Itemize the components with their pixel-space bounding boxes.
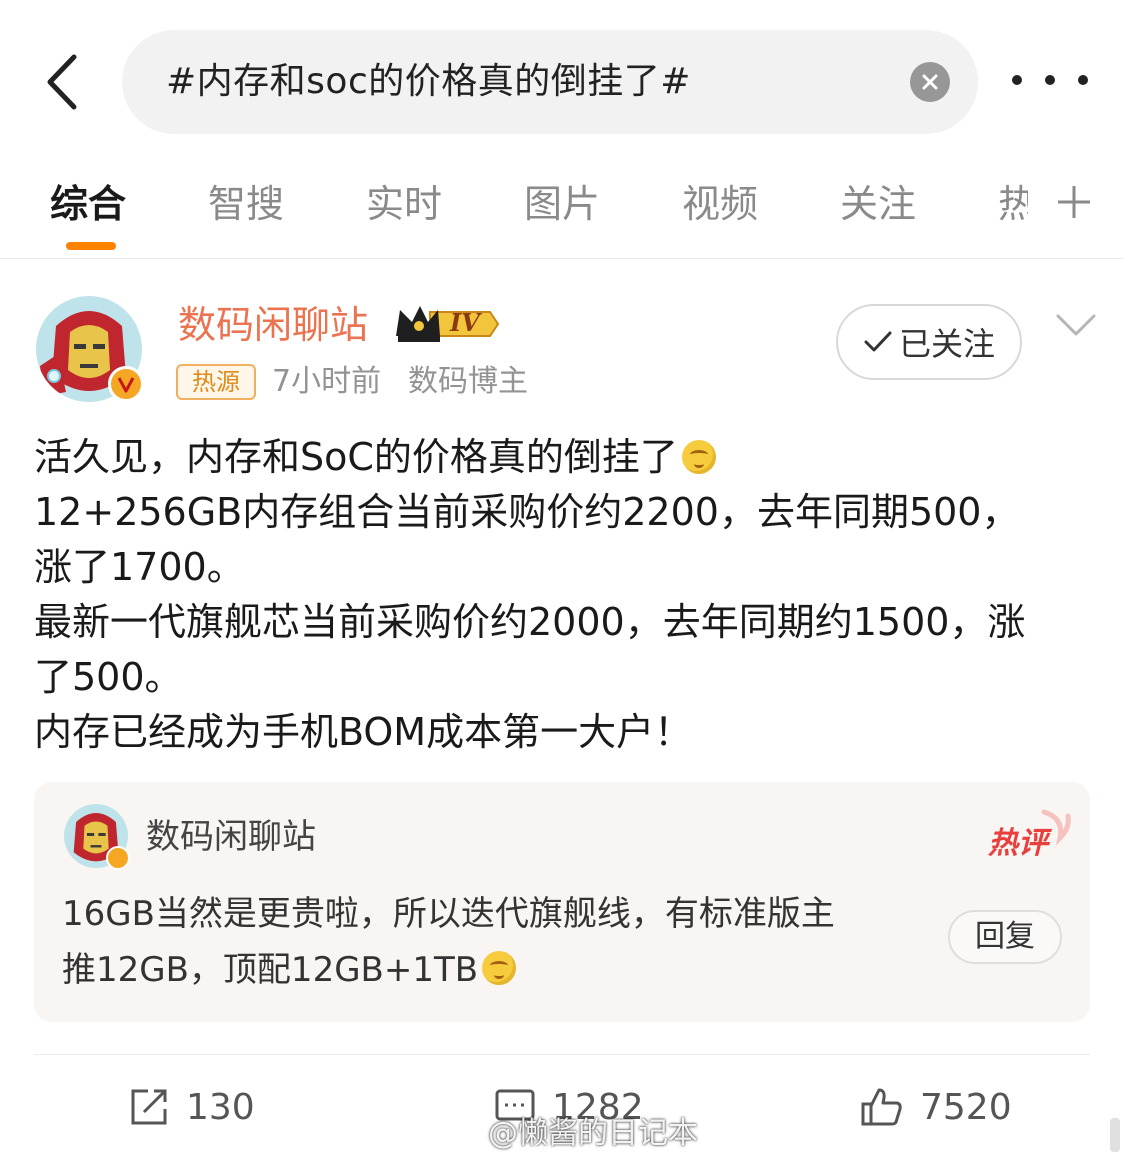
emoji-icon [482, 951, 517, 985]
post-line: 了500。 [34, 655, 183, 699]
post-line: 最新一代旗舰芯当前采购价约2000，去年同期约1500，涨 [34, 600, 1026, 644]
hot-comment-label: 热评 [988, 826, 1048, 861]
watermark-text: @懒酱的日记本 [488, 1116, 698, 1151]
level-text: IV [450, 308, 480, 337]
plus-icon [1058, 186, 1090, 218]
tab-comprehensive[interactable]: 综合 [50, 176, 126, 232]
like-button[interactable]: 7520 [860, 1082, 1012, 1132]
crown-icon [396, 306, 500, 342]
share-icon [131, 1089, 167, 1125]
active-tab-indicator [66, 242, 116, 250]
post-line: 涨了1700。 [34, 545, 245, 589]
close-icon [922, 74, 938, 90]
search-bar[interactable]: #内存和soc的价格真的倒挂了# [122, 30, 978, 134]
more-dot-icon [1012, 75, 1022, 85]
tab-following[interactable]: 关注 [840, 176, 916, 232]
post-menu-button[interactable] [1054, 310, 1098, 340]
repost-count: 130 [186, 1086, 255, 1128]
comment-author-name[interactable]: 数码闲聊站 [146, 812, 316, 862]
post-time: 7小时前 [272, 364, 382, 399]
hot-comment-badge: 热评 [984, 808, 1074, 864]
post-line: 活久见，内存和SoC的价格真的倒挂了 [34, 430, 1094, 485]
hot-source-badge: 热源 [176, 364, 256, 400]
back-button[interactable] [36, 50, 86, 114]
scroll-indicator [1110, 1118, 1120, 1152]
repost-button[interactable]: 130 [128, 1082, 255, 1132]
tab-images[interactable]: 图片 [524, 176, 600, 232]
watermark: @懒酱的日记本 [444, 1110, 698, 1151]
author-avatar[interactable] [36, 296, 144, 402]
tab-videos[interactable]: 视频 [682, 176, 758, 232]
more-options-button[interactable] [1012, 60, 1088, 100]
back-arrow-icon [47, 54, 77, 110]
action-divider [34, 1054, 1090, 1055]
thumbs-up-icon [861, 1088, 902, 1126]
emoji-icon [681, 440, 716, 474]
comment-author-avatar[interactable] [64, 804, 130, 870]
author-name[interactable]: 数码闲聊站 [178, 296, 368, 354]
more-dot-icon [1078, 75, 1088, 85]
verified-badge-icon [108, 366, 144, 402]
post-content: 活久见，内存和SoC的价格真的倒挂了 12+256GB内存组合当前采购价约220… [34, 430, 1094, 760]
tab-realtime[interactable]: 实时 [366, 176, 442, 232]
post-line: 内存已经成为手机BOM成本第一大户！ [34, 710, 693, 754]
like-count: 7520 [920, 1086, 1012, 1128]
verified-badge-icon [106, 846, 130, 870]
search-query[interactable]: #内存和soc的价格真的倒挂了# [166, 30, 691, 134]
follow-button[interactable]: 已关注 [836, 304, 1022, 380]
comment-line: 16GB当然是更贵啦，所以迭代旗舰线，有标准版主 [62, 894, 835, 934]
weibo-logo-icon [444, 1117, 479, 1145]
chevron-down-icon [1056, 314, 1096, 336]
clear-search-button[interactable] [910, 62, 950, 102]
comment-line: 推12GB，顶配12GB+1TB [62, 942, 932, 998]
comment-text: 16GB当然是更贵啦，所以迭代旗舰线，有标准版主 推12GB，顶配12GB+1T… [62, 886, 932, 998]
vip-level-badge: IV [394, 302, 500, 346]
checkmark-icon [864, 331, 892, 352]
add-tab-button[interactable] [1054, 182, 1094, 222]
hot-comment-card[interactable]: 数码闲聊站 热评 16GB当然是更贵啦，所以迭代旗舰线，有标准版主 推12GB，… [34, 782, 1090, 1022]
post-line: 12+256GB内存组合当前采购价约2200，去年同期500， [34, 490, 1020, 534]
author-role: 数码博主 [408, 364, 528, 399]
more-dot-icon [1045, 75, 1055, 85]
tab-smart-search[interactable]: 智搜 [208, 176, 284, 232]
tab-divider [0, 258, 1124, 259]
tab-hot[interactable]: 热 [998, 176, 1028, 232]
follow-label: 已关注 [898, 325, 995, 363]
reply-button[interactable]: 回复 [948, 910, 1062, 964]
